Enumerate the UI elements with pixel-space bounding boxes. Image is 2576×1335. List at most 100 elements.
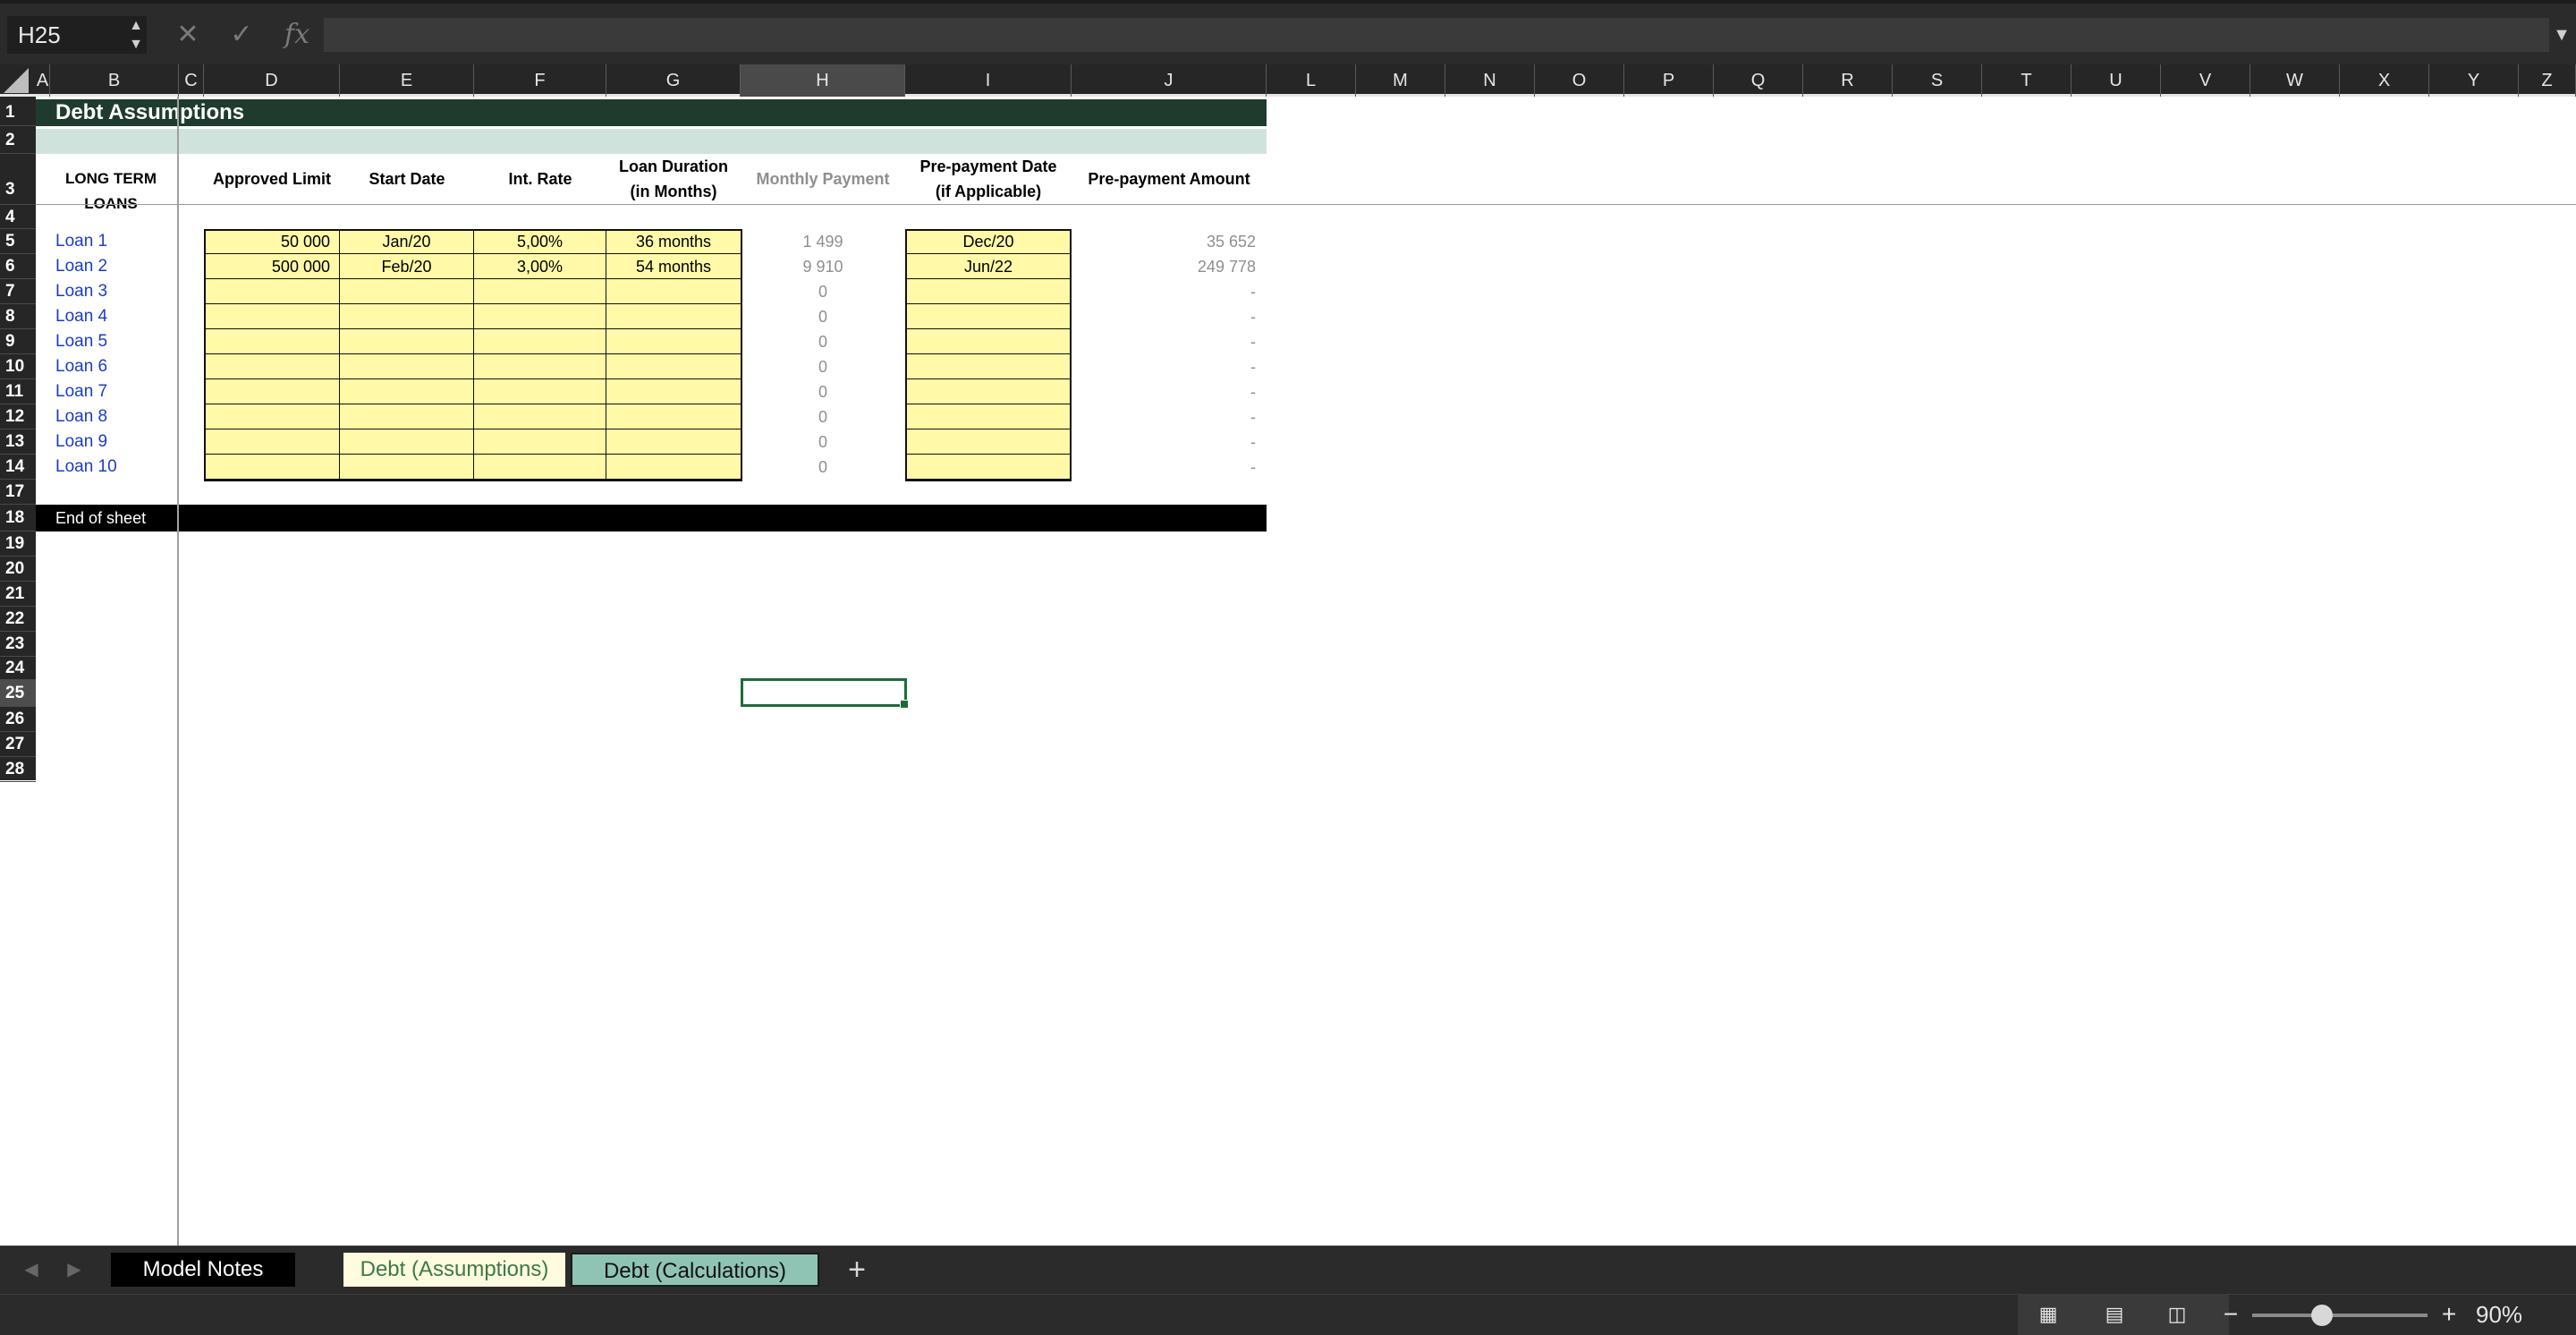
sheet-tab[interactable]: Model Notes xyxy=(111,1253,295,1287)
monthly-payment-cell[interactable]: 0 xyxy=(741,304,905,329)
row-header-20[interactable]: 20 xyxy=(0,557,36,582)
approved-limit-cell[interactable] xyxy=(204,379,340,404)
row-header-11[interactable]: 11 xyxy=(0,379,36,404)
row-header-27[interactable]: 27 xyxy=(0,732,36,757)
loan-duration-cell[interactable] xyxy=(606,304,741,329)
monthly-payment-cell[interactable]: 0 xyxy=(741,404,905,429)
loan-duration-cell[interactable]: 36 months xyxy=(606,229,741,254)
row-header-26[interactable]: 26 xyxy=(0,707,36,732)
column-header-f[interactable]: F xyxy=(474,64,606,97)
column-header-u[interactable]: U xyxy=(2072,64,2161,97)
approved-limit-cell[interactable] xyxy=(204,329,340,354)
row-header-25[interactable]: 25 xyxy=(0,680,36,707)
prepayment-date-cell[interactable] xyxy=(905,455,1072,480)
confirm-icon[interactable]: ✓ xyxy=(225,16,258,54)
loan-duration-cell[interactable] xyxy=(606,354,741,379)
row-header-2[interactable]: 2 xyxy=(0,126,36,154)
prepayment-amount-cell[interactable]: - xyxy=(1072,279,1256,304)
int-rate-cell[interactable]: 3,00% xyxy=(474,254,606,279)
approved-limit-cell[interactable] xyxy=(204,429,340,455)
monthly-payment-cell[interactable]: 0 xyxy=(741,429,905,455)
row-header-17[interactable]: 17 xyxy=(0,480,36,505)
zoom-slider[interactable] xyxy=(2252,1314,2428,1317)
column-header-g[interactable]: G xyxy=(606,64,741,97)
approved-limit-cell[interactable] xyxy=(204,455,340,480)
column-header-r[interactable]: R xyxy=(1803,64,1893,97)
row-header-10[interactable]: 10 xyxy=(0,354,36,379)
start-date-cell[interactable] xyxy=(340,329,474,354)
row-header-7[interactable]: 7 xyxy=(0,279,36,304)
column-header-z[interactable]: Z xyxy=(2519,64,2576,97)
loan-duration-cell[interactable] xyxy=(606,379,741,404)
prepayment-amount-cell[interactable]: - xyxy=(1072,354,1256,379)
tab-scroll-left-icon[interactable]: ◀ xyxy=(18,1253,45,1287)
column-header-o[interactable]: O xyxy=(1535,64,1624,97)
int-rate-cell[interactable] xyxy=(474,354,606,379)
column-header-n[interactable]: N xyxy=(1445,64,1535,97)
formula-input[interactable] xyxy=(324,18,2549,52)
row-header-19[interactable]: 19 xyxy=(0,531,36,557)
column-header-h[interactable]: H xyxy=(741,64,905,97)
monthly-payment-cell[interactable]: 0 xyxy=(741,354,905,379)
column-header-d[interactable]: D xyxy=(204,64,340,97)
start-date-cell[interactable] xyxy=(340,279,474,304)
prepayment-date-cell[interactable] xyxy=(905,354,1072,379)
prepayment-amount-cell[interactable]: - xyxy=(1072,404,1256,429)
name-box-stepper-icon[interactable]: ▲ ▼ xyxy=(125,16,147,54)
cancel-icon[interactable]: ✕ xyxy=(172,16,204,54)
column-header-x[interactable]: X xyxy=(2340,64,2429,97)
column-header-q[interactable]: Q xyxy=(1714,64,1803,97)
prepayment-date-cell[interactable] xyxy=(905,304,1072,329)
row-header-13[interactable]: 13 xyxy=(0,429,36,455)
row-header-24[interactable]: 24 xyxy=(0,657,36,680)
prepayment-amount-cell[interactable]: - xyxy=(1072,429,1256,455)
row-header-3[interactable]: 3 xyxy=(0,154,36,205)
int-rate-cell[interactable] xyxy=(474,379,606,404)
prepayment-amount-cell[interactable]: - xyxy=(1072,329,1256,354)
column-header-b[interactable]: B xyxy=(50,64,179,97)
int-rate-cell[interactable]: 5,00% xyxy=(474,229,606,254)
column-header-v[interactable]: V xyxy=(2161,64,2250,97)
start-date-cell[interactable] xyxy=(340,429,474,455)
row-header-28[interactable]: 28 xyxy=(0,757,36,782)
selected-cell-h25[interactable] xyxy=(741,678,907,707)
column-header-p[interactable]: P xyxy=(1624,64,1714,97)
approved-limit-cell[interactable] xyxy=(204,404,340,429)
loan-duration-cell[interactable] xyxy=(606,455,741,480)
prepayment-amount-cell[interactable]: 249 778 xyxy=(1072,254,1256,279)
prepayment-amount-cell[interactable]: - xyxy=(1072,455,1256,480)
prepayment-amount-cell[interactable]: 35 652 xyxy=(1072,229,1256,254)
start-date-cell[interactable]: Jan/20 xyxy=(340,229,474,254)
approved-limit-cell[interactable] xyxy=(204,304,340,329)
prepayment-date-cell[interactable] xyxy=(905,279,1072,304)
row-header-12[interactable]: 12 xyxy=(0,404,36,429)
start-date-cell[interactable] xyxy=(340,304,474,329)
row-header-23[interactable]: 23 xyxy=(0,632,36,657)
row-header-18[interactable]: 18 xyxy=(0,505,36,531)
row-header-4[interactable]: 4 xyxy=(0,205,36,229)
row-header-14[interactable]: 14 xyxy=(0,455,36,480)
sheet-tab[interactable]: Debt (Assumptions) xyxy=(343,1253,565,1287)
sheet-tab[interactable]: Debt (Calculations) xyxy=(571,1253,819,1287)
int-rate-cell[interactable] xyxy=(474,279,606,304)
int-rate-cell[interactable] xyxy=(474,329,606,354)
column-header-w[interactable]: W xyxy=(2250,64,2340,97)
row-header-8[interactable]: 8 xyxy=(0,304,36,329)
monthly-payment-cell[interactable]: 0 xyxy=(741,279,905,304)
row-header-21[interactable]: 21 xyxy=(0,582,36,607)
zoom-out-icon[interactable]: − xyxy=(2213,1301,2249,1328)
approved-limit-cell[interactable] xyxy=(204,354,340,379)
approved-limit-cell[interactable] xyxy=(204,279,340,304)
prepayment-date-cell[interactable] xyxy=(905,379,1072,404)
page-layout-icon[interactable]: ▤ xyxy=(2095,1301,2134,1328)
column-header-y[interactable]: Y xyxy=(2429,64,2519,97)
monthly-payment-cell[interactable]: 9 910 xyxy=(741,254,905,279)
function-icon[interactable]: fx xyxy=(279,16,315,54)
start-date-cell[interactable] xyxy=(340,379,474,404)
int-rate-cell[interactable] xyxy=(474,404,606,429)
row-header-1[interactable]: 1 xyxy=(0,99,36,126)
column-header-m[interactable]: M xyxy=(1356,64,1445,97)
loan-duration-cell[interactable] xyxy=(606,404,741,429)
prepayment-amount-cell[interactable]: - xyxy=(1072,304,1256,329)
column-header-l[interactable]: L xyxy=(1267,64,1356,97)
